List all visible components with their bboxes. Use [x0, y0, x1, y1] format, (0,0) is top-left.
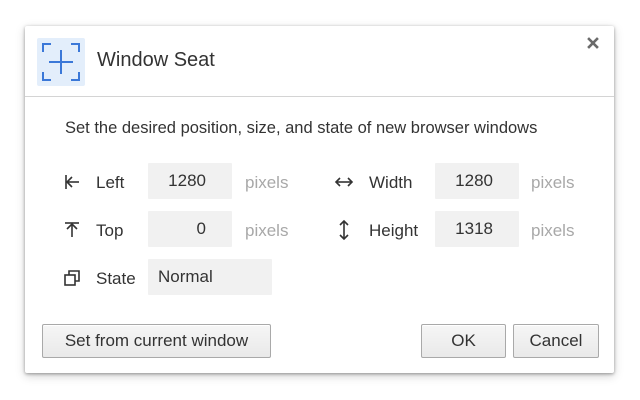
close-icon[interactable] [584, 34, 602, 52]
top-unit: pixels [245, 221, 289, 240]
top-input[interactable] [148, 211, 232, 247]
horizontal-arrows-icon [334, 172, 354, 192]
height-input[interactable] [435, 211, 519, 247]
top-label: Top [96, 221, 124, 240]
left-label: Left [96, 173, 125, 192]
window-restore-icon [62, 268, 82, 288]
width-input[interactable] [435, 163, 519, 199]
dialog-title: Window Seat [97, 49, 215, 71]
ok-button[interactable]: OK [421, 324, 506, 358]
align-left-edge-icon [62, 172, 82, 192]
state-select[interactable]: Normal [148, 259, 272, 295]
align-top-edge-icon [62, 220, 82, 240]
vertical-arrows-icon [334, 219, 354, 241]
state-label: State [96, 269, 136, 288]
width-label: Width [369, 173, 413, 192]
height-label: Height [369, 221, 419, 240]
set-from-current-window-button[interactable]: Set from current window [42, 324, 271, 358]
height-unit: pixels [531, 221, 575, 240]
width-unit: pixels [531, 173, 575, 192]
header-divider [25, 96, 614, 97]
dialog-description: Set the desired position, size, and stat… [65, 119, 538, 137]
left-input[interactable] [148, 163, 232, 199]
window-seat-dialog: Window Seat Set the desired position, si… [25, 26, 614, 373]
left-unit: pixels [245, 173, 289, 192]
window-frame-icon [37, 38, 85, 86]
cancel-button[interactable]: Cancel [513, 324, 599, 358]
dialog-header: Window Seat [25, 26, 614, 96]
